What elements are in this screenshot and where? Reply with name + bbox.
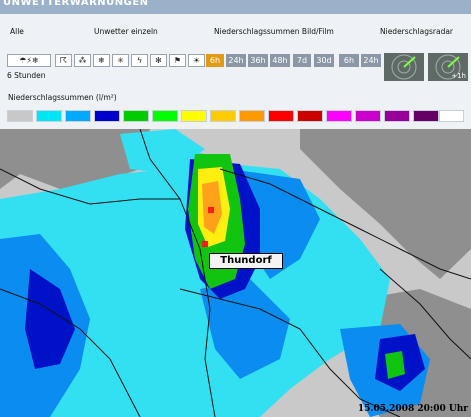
precipitation-overlay <box>0 129 471 417</box>
precipitation-map[interactable]: Thundorf 15.05.2008 20:00 Uhr <box>0 129 471 417</box>
radar-forecast-thumbnail[interactable]: +1h <box>428 53 468 81</box>
legend-swatch <box>36 110 62 122</box>
legend-swatch <box>65 110 91 122</box>
timestamp-label: 15.05.2008 20:00 Uhr <box>357 404 468 414</box>
hail-icon[interactable]: ⁂ <box>74 54 91 67</box>
unwetter-label: Unwetter einzeln <box>94 27 158 36</box>
legend-swatch <box>326 110 352 122</box>
time-button-36h[interactable]: 36h <box>248 54 268 67</box>
title-bar: UNWETTERWARNUNGEN <box>0 0 471 14</box>
legend-swatch <box>210 110 236 122</box>
legend-swatch <box>268 110 294 122</box>
legend-swatch <box>123 110 149 122</box>
radar-thumbnail[interactable] <box>384 53 424 81</box>
sun-icon[interactable]: ☀ <box>188 54 205 67</box>
legend-swatch <box>152 110 178 122</box>
frost-icon[interactable]: ✳ <box>112 54 129 67</box>
storm-icon[interactable]: ☈ <box>55 54 72 67</box>
ice-icon[interactable]: ✻ <box>150 54 167 67</box>
radar-forecast-tag: +1h <box>451 72 466 80</box>
radar-sweep-icon <box>391 54 417 80</box>
alle-label: Alle <box>10 27 24 36</box>
legend-swatch <box>7 110 33 122</box>
legend-swatch <box>239 110 265 122</box>
time-button-film-24h[interactable]: 24h <box>361 54 381 67</box>
time-button-48h[interactable]: 48h <box>270 54 290 67</box>
stunden-label: 6 Stunden <box>7 71 46 80</box>
legend-swatch <box>94 110 120 122</box>
legend-swatch <box>384 110 410 122</box>
place-label[interactable]: Thundorf <box>209 253 283 269</box>
time-button-30d[interactable]: 30d <box>314 54 334 67</box>
snow-icon[interactable]: ❄ <box>93 54 110 67</box>
multi-weather-icon[interactable]: ☂⚡❄ <box>7 54 51 67</box>
page-title: UNWETTERWARNUNGEN <box>3 0 149 8</box>
legend-swatch <box>439 110 464 122</box>
time-button-24h[interactable]: 24h <box>226 54 246 67</box>
legend-swatch <box>413 110 439 122</box>
time-button-6h[interactable]: 6h <box>206 54 224 67</box>
legend-title: Niederschlagssummen (l/m²) <box>8 93 117 102</box>
legend-swatch <box>297 110 323 122</box>
wind-icon[interactable]: ⚑ <box>169 54 186 67</box>
time-button-film-6h[interactable]: 6h <box>339 54 359 67</box>
thunder-icon[interactable]: ϟ <box>131 54 148 67</box>
time-button-7d[interactable]: 7d <box>293 54 311 67</box>
legend-swatch <box>355 110 381 122</box>
legend-swatch <box>181 110 207 122</box>
radar-label: Niederschlagsradar <box>380 27 454 36</box>
niederschlag-label: Niederschlagssummen Bild/Film <box>214 27 334 36</box>
